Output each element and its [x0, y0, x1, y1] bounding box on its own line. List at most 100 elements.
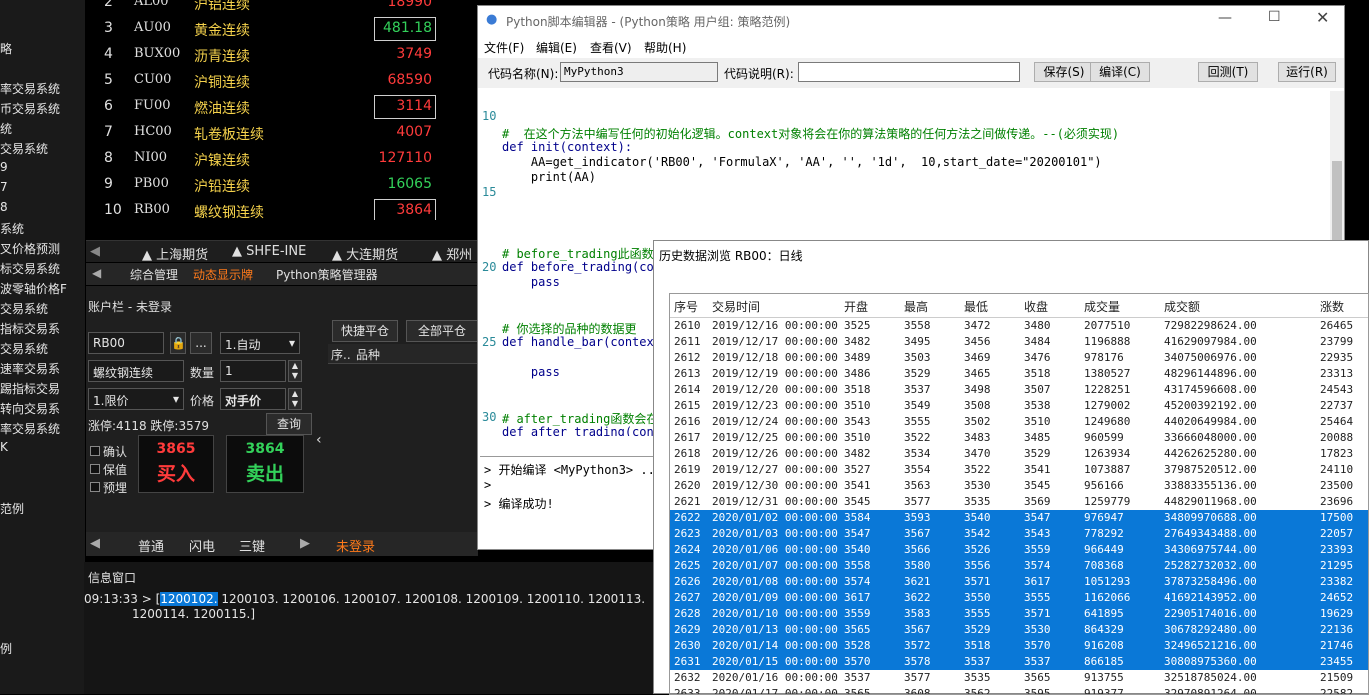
price-mode-input[interactable]: 对手价 — [220, 388, 286, 410]
run-button[interactable]: 运行(R) — [1278, 62, 1336, 82]
tab-normal[interactable]: 普通 — [138, 536, 164, 555]
mode-select[interactable]: 1.自动 ▾ — [220, 332, 300, 354]
backtest-button[interactable]: 回测(T) — [1198, 62, 1258, 82]
quote-row[interactable]: 2 AL00 沪铝连续 18990 — [86, 0, 478, 16]
history-row[interactable]: 2625 2020/01/07 00:00:00 3558 3580 3556 3574 7… — [670, 558, 1368, 574]
quote-row[interactable]: 3 AU00 黄金连续 481.18 — [86, 16, 478, 42]
scrollbar-thumb[interactable] — [1332, 161, 1342, 241]
history-row[interactable]: 2620 2019/12/30 00:00:00 3541 3563 3530 3545 9… — [670, 478, 1368, 494]
history-col-header[interactable]: 成交量 — [1084, 298, 1120, 315]
strategy-list-item[interactable]: 统 — [0, 120, 12, 137]
strategy-list-item[interactable]: 交易系统 — [0, 300, 48, 317]
history-row[interactable]: 2631 2020/01/15 00:00:00 3570 3578 3537 3537 8… — [670, 654, 1368, 670]
strategy-list-item[interactable]: 转向交易系 — [0, 400, 60, 417]
tab-python-strategy-manager[interactable]: Python策略管理器 — [276, 266, 378, 283]
strategy-list-item[interactable]: 交易系统 — [0, 140, 48, 157]
history-col-header[interactable]: 最高 — [904, 298, 928, 315]
strategy-list-item[interactable]: 币交易系统 — [0, 100, 60, 117]
compile-button[interactable]: 编译(C) — [1090, 62, 1150, 82]
history-row[interactable]: 2628 2020/01/10 00:00:00 3559 3583 3555 3571 6… — [670, 606, 1368, 622]
history-row[interactable]: 2615 2019/12/23 00:00:00 3510 3549 3508 3538 1… — [670, 398, 1368, 414]
history-col-header[interactable]: 成交额 — [1164, 298, 1200, 315]
code-input[interactable]: RB00 — [88, 332, 164, 354]
history-row[interactable]: 2614 2019/12/20 00:00:00 3518 3537 3498 3507 1… — [670, 382, 1368, 398]
history-row[interactable]: 2613 2019/12/19 00:00:00 3486 3529 3465 3518 1… — [670, 366, 1368, 382]
strategy-list-item[interactable]: 7 — [0, 180, 8, 194]
quote-row[interactable]: 4 BUX00 沥青连续 3749 — [86, 42, 478, 68]
history-row[interactable]: 2612 2019/12/18 00:00:00 3489 3503 3469 3476 9… — [670, 350, 1368, 366]
history-row[interactable]: 2610 2019/12/16 00:00:00 3525 3558 3472 3480 2… — [670, 318, 1368, 334]
quick-close-button[interactable]: 快捷平仓 — [332, 320, 398, 342]
market-tab[interactable]: ▲ 大连期货 — [332, 244, 398, 263]
market-tab[interactable]: ▲ SHFE-INE — [232, 244, 306, 259]
quote-row[interactable]: 6 FU00 燃油连续 3114 — [86, 94, 478, 120]
history-row[interactable]: 2622 2020/01/02 00:00:00 3584 3593 3540 3547 9… — [670, 510, 1368, 526]
history-row[interactable]: 2627 2020/01/09 00:00:00 3617 3622 3550 3555 1… — [670, 590, 1368, 606]
history-row[interactable]: 2624 2020/01/06 00:00:00 3540 3566 3526 3559 9… — [670, 542, 1368, 558]
strategy-list-item[interactable]: 波零轴价格F — [0, 280, 67, 297]
quote-row[interactable]: 5 CU00 沪铜连续 68590 — [86, 68, 478, 94]
history-col-header[interactable]: 涨数 — [1320, 298, 1344, 315]
strategy-list-item[interactable]: 系统 — [0, 220, 24, 237]
price-stepper[interactable]: ▲ ▼ — [288, 388, 302, 410]
history-row[interactable]: 2617 2019/12/25 00:00:00 3510 3522 3483 3485 9… — [670, 430, 1368, 446]
strategy-list-item[interactable]: K — [0, 440, 8, 454]
buy-button[interactable]: 3865 买入 — [138, 435, 214, 493]
history-row[interactable]: 2616 2019/12/24 00:00:00 3543 3555 3502 3510 1… — [670, 414, 1368, 430]
strategy-list-item[interactable]: 标交易系统 — [0, 260, 60, 277]
history-row[interactable]: 2623 2020/01/03 00:00:00 3547 3567 3542 3543 7… — [670, 526, 1368, 542]
strategy-list-item[interactable]: 略 — [0, 40, 12, 57]
lock-icon[interactable]: 🔒 — [170, 332, 186, 354]
history-col-header[interactable]: 交易时间 — [712, 298, 760, 315]
code-desc-input[interactable] — [798, 62, 1020, 82]
order-type-select[interactable]: 1.限价 ▾ — [88, 388, 184, 410]
strategy-list-item[interactable]: 率交易系统 — [0, 80, 60, 97]
hedge-checkbox[interactable] — [90, 464, 100, 474]
history-row[interactable]: 2611 2019/12/17 00:00:00 3482 3495 3456 3484 1… — [670, 334, 1368, 350]
close-icon[interactable]: ✕ — [1316, 8, 1329, 27]
next-icon[interactable]: ▶ — [300, 536, 310, 551]
save-button[interactable]: 保存(S) — [1034, 62, 1094, 82]
menu-view[interactable]: 查看(V) — [590, 39, 632, 56]
quote-row[interactable]: 9 PB00 沪铅连续 16065 — [86, 172, 478, 198]
menu-edit[interactable]: 编辑(E) — [536, 39, 577, 56]
preorder-checkbox[interactable] — [90, 482, 100, 492]
history-row[interactable]: 2626 2020/01/08 00:00:00 3574 3621 3571 3617 1… — [670, 574, 1368, 590]
tab-three-key[interactable]: 三键 — [239, 536, 265, 555]
confirm-checkbox[interactable] — [90, 446, 100, 456]
history-row[interactable]: 2630 2020/01/14 00:00:00 3528 3572 3518 3570 9… — [670, 638, 1368, 654]
market-tab[interactable]: ▲ 上海期货 — [142, 244, 208, 263]
history-row[interactable]: 2618 2019/12/26 00:00:00 3482 3534 3470 3529 1… — [670, 446, 1368, 462]
quantity-stepper[interactable]: ▲ ▼ — [288, 360, 302, 382]
query-button[interactable]: 查询 — [266, 413, 312, 435]
strategy-list-item[interactable]: 速率交易系 — [0, 360, 60, 377]
code-name-input[interactable]: MyPython3 — [560, 62, 718, 82]
strategy-list-item[interactable]: 8 — [0, 200, 8, 214]
tab-prev-icon[interactable]: ◀ — [90, 244, 100, 259]
tab-prev-icon[interactable]: ◀ — [92, 266, 101, 280]
history-row[interactable]: 2619 2019/12/27 00:00:00 3527 3554 3522 3541 1… — [670, 462, 1368, 478]
quote-row[interactable]: 10 RB00 螺纹钢连续 3864 — [86, 198, 478, 220]
more-button[interactable]: ... — [190, 332, 212, 354]
history-col-header[interactable]: 最低 — [964, 298, 988, 315]
history-row[interactable]: 2629 2020/01/13 00:00:00 3565 3567 3529 3530 8… — [670, 622, 1368, 638]
history-row[interactable]: 2632 2020/01/16 00:00:00 3537 3577 3535 3565 9… — [670, 670, 1368, 686]
strategy-list-item[interactable]: 例 — [0, 640, 12, 657]
maximize-icon[interactable]: ☐ — [1268, 9, 1281, 25]
quote-row[interactable]: 7 HC00 轧卷板连续 4007 — [86, 120, 478, 146]
minimize-icon[interactable]: — — [1218, 10, 1232, 26]
collapse-icon[interactable]: ‹ — [316, 432, 322, 448]
history-row[interactable]: 2621 2019/12/31 00:00:00 3545 3577 3535 3569 1… — [670, 494, 1368, 510]
history-col-header[interactable]: 序号 — [674, 298, 698, 315]
prev-icon[interactable]: ◀ — [90, 536, 100, 551]
strategy-list-item[interactable]: 9 — [0, 160, 8, 174]
menu-help[interactable]: 帮助(H) — [644, 39, 686, 56]
tab-lightning[interactable]: 闪电 — [189, 536, 215, 555]
quote-row[interactable]: 8 NI00 沪镍连续 127110 — [86, 146, 478, 172]
tab-dynamic-board[interactable]: 动态显示牌 — [193, 266, 253, 283]
sell-button[interactable]: 3864 卖出 — [226, 435, 304, 493]
history-col-header[interactable]: 开盘 — [844, 298, 868, 315]
strategy-list-item[interactable]: 指标交易系 — [0, 320, 60, 337]
menu-file[interactable]: 文件(F) — [484, 39, 524, 56]
login-status[interactable]: 未登录 — [336, 536, 375, 555]
